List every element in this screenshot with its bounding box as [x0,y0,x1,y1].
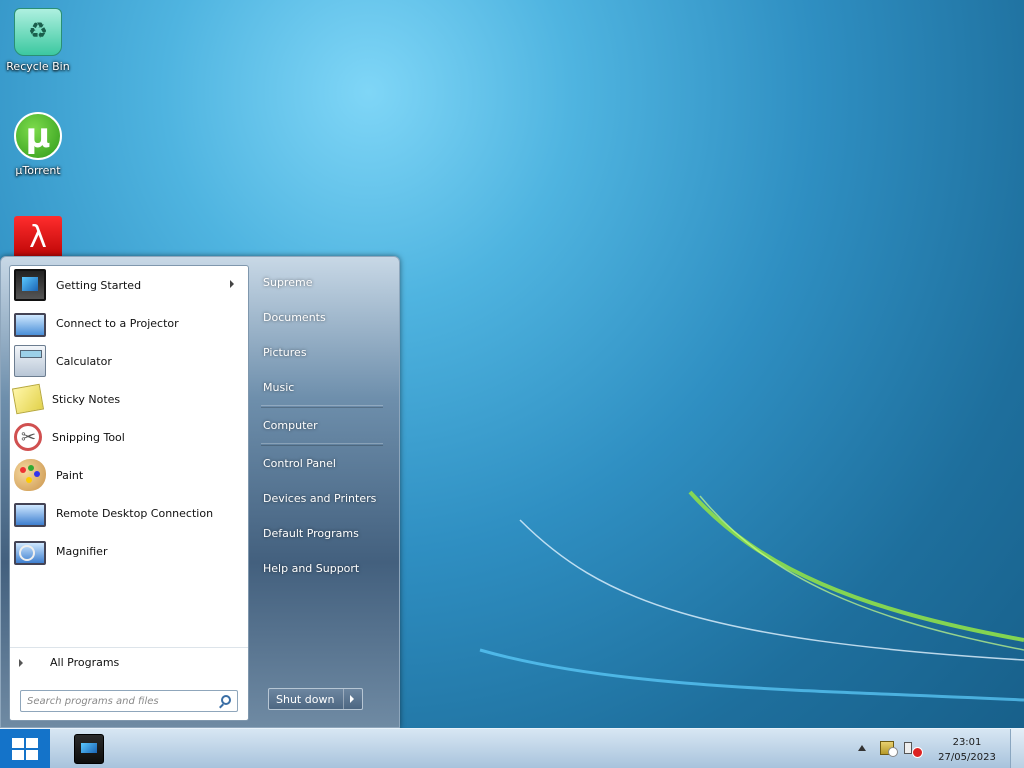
program-label: Remote Desktop Connection [56,506,214,520]
show-hidden-icons-icon[interactable] [858,745,866,751]
place-pictures[interactable]: Pictures [251,335,393,370]
program-label: Calculator [56,354,112,368]
clock-date: 27/05/2023 [938,752,996,763]
program-label: Sticky Notes [52,392,121,406]
program-label: Snipping Tool [52,430,125,444]
program-label: Connect to a Projector [56,316,179,330]
start-menu: Getting Started Connect to a Projector C… [0,256,400,728]
taskbar-app-media-center[interactable] [74,734,104,764]
getting-started-icon [14,269,46,301]
desktop-icon-label: Recycle Bin [6,60,70,73]
pinned-programs-list: Getting Started Connect to a Projector C… [10,266,248,570]
start-button[interactable] [0,729,50,768]
expand-arrow-icon [19,659,23,667]
program-calculator[interactable]: Calculator [10,342,248,380]
shutdown-label: Shut down [276,692,335,706]
windows-logo-icon [12,738,38,760]
place-default-programs[interactable]: Default Programs [251,516,393,551]
recycle-bin-icon [14,8,62,56]
snipping-tool-icon [14,423,42,451]
system-tray [850,729,930,768]
program-connect-to-projector[interactable]: Connect to a Projector [10,304,248,342]
desktop-icon-recycle-bin[interactable]: Recycle Bin [4,8,72,73]
magnifier-icon [14,541,46,565]
place-control-panel[interactable]: Control Panel [251,446,393,481]
all-programs-button[interactable]: All Programs [10,647,248,677]
program-snipping-tool[interactable]: Snipping Tool [10,418,248,456]
sticky-notes-icon [11,383,45,415]
taskbar: 23:01 27/05/2023 [0,728,1024,768]
start-menu-programs-pane: Getting Started Connect to a Projector C… [9,265,249,721]
search-box[interactable] [20,690,238,712]
search-icon[interactable] [221,695,231,705]
search-input[interactable] [21,691,211,711]
desktop-icon-label: µTorrent [15,164,61,177]
clock-time: 23:01 [952,737,982,748]
program-paint[interactable]: Paint [10,456,248,494]
place-devices-and-printers[interactable]: Devices and Printers [251,481,393,516]
show-desktop-button[interactable] [1010,729,1024,768]
volume-muted-icon[interactable] [904,742,923,758]
divider [343,689,344,709]
action-center-flag-icon[interactable] [880,741,898,757]
calculator-icon [14,345,46,377]
program-sticky-notes[interactable]: Sticky Notes [10,380,248,418]
program-getting-started[interactable]: Getting Started [10,266,248,304]
program-label: Magnifier [56,544,108,558]
shutdown-button[interactable]: Shut down [268,688,363,710]
program-label: Paint [56,468,84,482]
paint-icon [14,459,46,491]
desktop-icon-utorrent[interactable]: µTorrent [4,112,72,177]
utorrent-icon [14,112,62,160]
place-computer[interactable]: Computer [251,408,393,443]
clock[interactable]: 23:01 27/05/2023 [930,735,1004,765]
place-documents[interactable]: Documents [251,300,393,335]
remote-desktop-icon [14,503,46,527]
program-label: Getting Started [56,278,142,292]
all-programs-label: All Programs [50,656,120,669]
place-music[interactable]: Music [251,370,393,405]
projector-icon [14,313,46,337]
program-remote-desktop-connection[interactable]: Remote Desktop Connection [10,494,248,532]
place-user-folder[interactable]: Supreme [251,265,393,300]
submenu-arrow-icon[interactable] [230,280,234,288]
start-menu-places-pane: Supreme Documents Pictures Music Compute… [251,265,393,586]
place-help-and-support[interactable]: Help and Support [251,551,393,586]
shutdown-options-arrow-icon[interactable] [350,695,354,703]
program-magnifier[interactable]: Magnifier [10,532,248,570]
